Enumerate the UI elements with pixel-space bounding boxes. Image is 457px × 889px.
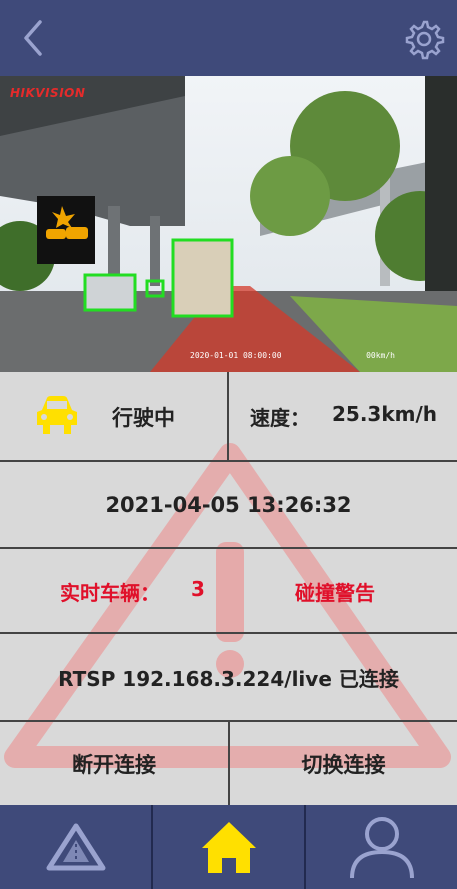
vehicle-count: 3: [191, 577, 205, 601]
nav-tab-home[interactable]: [153, 805, 304, 889]
speed-value: 25.3km/h: [332, 402, 438, 426]
row-vehicles: 实时车辆： 3 碰撞警告: [0, 549, 457, 634]
settings-button[interactable]: [403, 18, 445, 60]
camera-brand: HIKVISION: [10, 86, 86, 100]
speed-label: 速度：: [250, 406, 310, 430]
switch-connection-button[interactable]: 切换连接: [230, 722, 457, 805]
road-warning-icon: [46, 823, 105, 871]
bottom-nav: [0, 805, 457, 889]
collision-warning-label: 碰撞警告: [295, 581, 375, 605]
home-icon: [201, 822, 256, 873]
status-panel: 行驶中 速度： 25.3km/h 2021-04-05 13:26:32 实时车…: [0, 372, 457, 805]
back-button[interactable]: [14, 18, 54, 58]
row-connection: RTSP 192.168.3.224/live 已连接: [0, 634, 457, 722]
connection-status: RTSP 192.168.3.224/live 已连接: [58, 666, 399, 691]
disconnect-label: 断开连接: [72, 752, 156, 777]
nav-tab-road-warning[interactable]: [0, 805, 151, 889]
top-bar: [0, 0, 457, 76]
osd-timestamp: 2020-01-01 08:00:00: [190, 351, 282, 360]
gear-icon: [405, 20, 445, 60]
camera-feed[interactable]: HIKVISION 2020-01-01 08:00:00 00km/h: [0, 76, 457, 372]
row-datetime: 2021-04-05 13:26:32: [0, 462, 457, 549]
user-icon: [349, 817, 414, 879]
disconnect-button[interactable]: 断开连接: [0, 722, 228, 805]
car-icon: [34, 394, 80, 440]
vehicle-count-label: 实时车辆：: [60, 581, 160, 605]
nav-tab-user[interactable]: [306, 805, 457, 889]
switch-connection-label: 切换连接: [301, 752, 386, 777]
chevron-left-icon: [24, 20, 42, 56]
driving-state: 行驶中: [112, 406, 175, 430]
datetime: 2021-04-05 13:26:32: [105, 492, 352, 517]
divider: [227, 372, 229, 462]
osd-speed: 00km/h: [366, 351, 395, 360]
